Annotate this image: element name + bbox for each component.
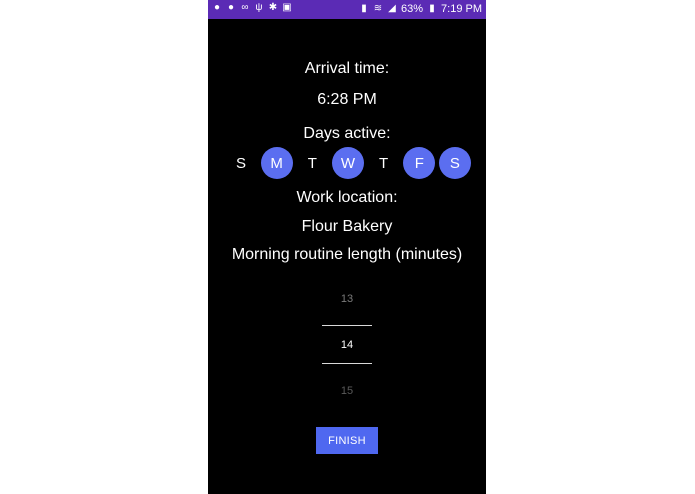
arrival-time-label: Arrival time: bbox=[304, 60, 390, 77]
picker-divider-bottom bbox=[322, 363, 372, 364]
day-toggle-sun[interactable]: S bbox=[225, 147, 257, 179]
signal-icon: ◢ bbox=[388, 3, 396, 14]
status-icons-left: ● ● ∞ ψ ✱ ▣ bbox=[212, 3, 292, 13]
day-letter: S bbox=[235, 154, 246, 172]
day-toggle-mon[interactable]: M bbox=[260, 147, 293, 179]
voicemail-icon: ∞ bbox=[241, 2, 249, 13]
day-toggle-fri[interactable]: F bbox=[403, 147, 436, 179]
messenger-icon: ● bbox=[227, 2, 235, 13]
wifi-icon: ≋ bbox=[373, 3, 383, 14]
battery-percent: 63% bbox=[401, 3, 424, 15]
day-toggle-thu[interactable]: T bbox=[368, 147, 400, 179]
usb-icon: ψ bbox=[255, 2, 263, 13]
work-location-label: Work location: bbox=[296, 189, 398, 206]
picker-divider-top bbox=[322, 325, 372, 326]
day-letter: M bbox=[270, 154, 283, 172]
battery-icon: ▮ bbox=[429, 3, 435, 14]
phone-screen: ● ● ∞ ψ ✱ ▣ ▮ ≋ ◢ 63% ▮ 7:19 PM Arrival … bbox=[208, 0, 486, 494]
messenger-icon: ● bbox=[213, 2, 221, 13]
picker-prev-value[interactable]: 13 bbox=[208, 293, 486, 305]
status-bar: ● ● ∞ ψ ✱ ▣ ▮ ≋ ◢ 63% ▮ 7:19 PM bbox=[208, 0, 486, 19]
day-toggle-wed[interactable]: W bbox=[331, 147, 364, 179]
finish-button[interactable]: FINISH bbox=[316, 427, 378, 454]
routine-length-label: Morning routine length (minutes) bbox=[231, 246, 463, 263]
nfc-icon: ▮ bbox=[361, 3, 367, 14]
day-letter: W bbox=[340, 154, 356, 172]
picker-current-value[interactable]: 14 bbox=[208, 339, 486, 351]
day-letter: F bbox=[414, 154, 424, 172]
arrival-time-value[interactable]: 6:28 PM bbox=[208, 91, 486, 109]
image-icon: ▣ bbox=[282, 2, 292, 13]
day-letter: T bbox=[307, 154, 317, 172]
setup-form: Arrival time: 6:28 PM Days active: S M T… bbox=[208, 19, 486, 494]
clock: 7:19 PM bbox=[441, 3, 482, 15]
days-active-label: Days active: bbox=[303, 125, 391, 142]
day-letter: S bbox=[449, 154, 460, 172]
days-selector: S M T W T F S bbox=[225, 147, 471, 179]
bug-icon: ✱ bbox=[268, 2, 278, 13]
day-letter: T bbox=[379, 154, 389, 172]
work-location-value[interactable]: Flour Bakery bbox=[208, 218, 486, 236]
status-icons-right: ▮ ≋ ◢ 63% ▮ 7:19 PM bbox=[359, 3, 482, 15]
picker-next-value[interactable]: 15 bbox=[208, 385, 486, 397]
day-toggle-sat[interactable]: S bbox=[438, 147, 471, 179]
day-toggle-tue[interactable]: T bbox=[296, 147, 328, 179]
